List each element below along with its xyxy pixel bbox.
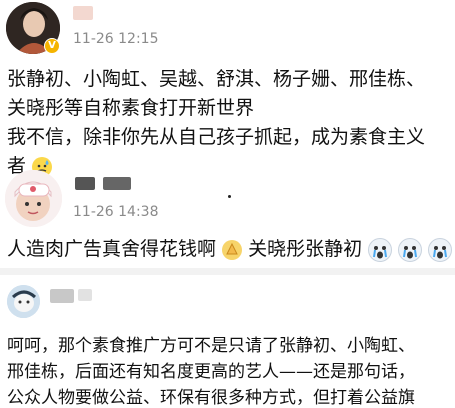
comment-text-line: 邢佳栋，后面还有知名度更高的艺人——还是那句话， (7, 362, 415, 382)
comment-text-part: 人造肉广告真舍得花钱啊 (7, 238, 217, 260)
divider (0, 268, 455, 275)
username-blurred[interactable] (50, 289, 74, 303)
verified-badge: V (44, 38, 60, 54)
avatar[interactable] (7, 285, 40, 318)
crying-emoji-icon (428, 237, 453, 262)
avatar-photo-icon (5, 170, 62, 227)
timestamp: 11-26 12:15 (73, 31, 159, 47)
crying-emoji-icon (398, 237, 423, 262)
comment-text: 人造肉广告真舍得花钱啊 关晓彤张静初 (7, 234, 453, 262)
dot (228, 195, 231, 198)
comment-text-line: 呵呵，那个素食推广方可不是只请了张静初、小陶虹、 (7, 336, 415, 356)
comment-text-line: 我不信，除非你先从自己孩子抓起，成为素食主义 (7, 126, 426, 148)
avatar-photo-icon (7, 285, 40, 318)
comment-text-line: 公众人物要做公益、环保有很多种方式，但打着公益旗 (7, 388, 415, 408)
timestamp: 11-26 14:38 (73, 204, 159, 220)
username-blurred[interactable] (73, 6, 93, 20)
comment-text-line: 关晓彤等自称素食打开新世界 (7, 97, 255, 119)
comment-text-line: 张静初、小陶虹、吴越、舒淇、杨子姗、邢佳栋、 (7, 68, 426, 90)
comment-text-part: 关晓彤张静初 (248, 238, 363, 260)
username-blurred[interactable] (103, 177, 131, 190)
crying-emoji-icon (368, 237, 393, 262)
username-blurred[interactable] (75, 177, 95, 190)
clapping-emoji-icon (222, 239, 243, 260)
username-blurred[interactable] (78, 289, 92, 301)
avatar[interactable] (5, 170, 62, 227)
